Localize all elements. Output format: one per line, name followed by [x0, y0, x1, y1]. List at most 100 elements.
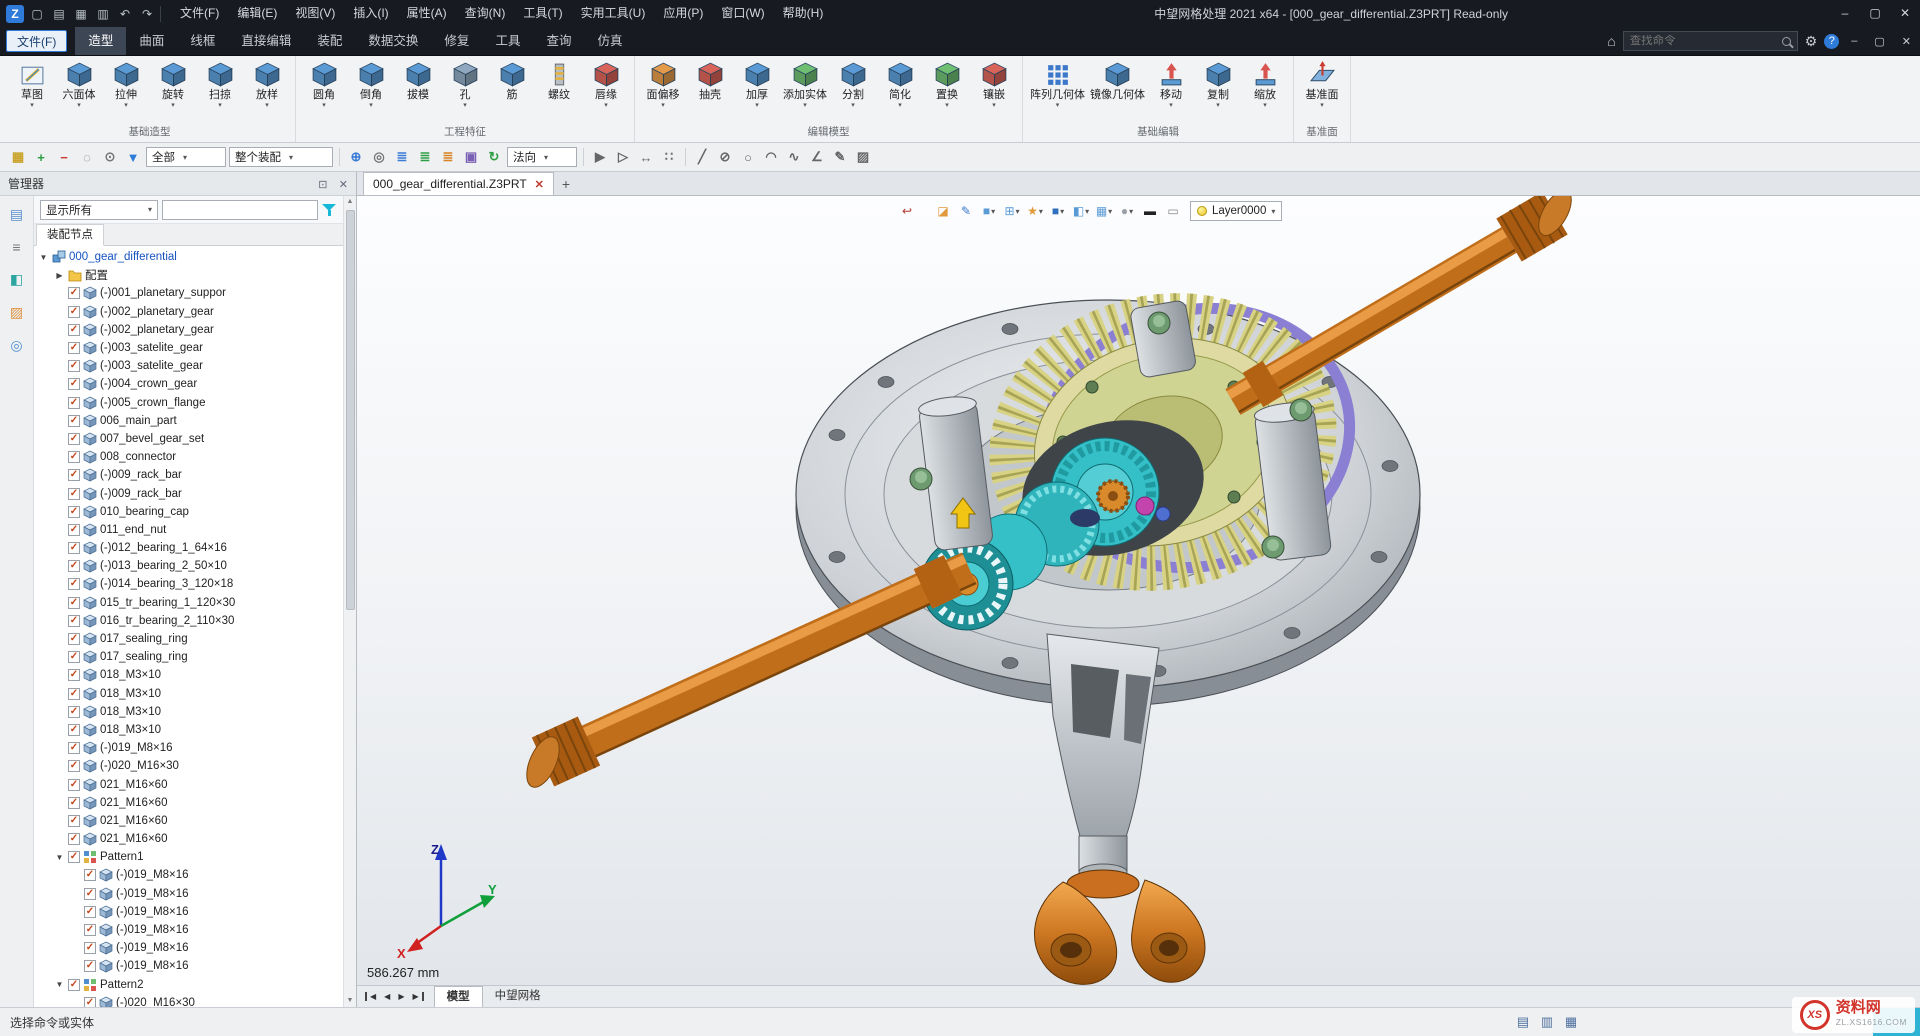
visibility-checkbox[interactable]: ✓: [68, 433, 80, 445]
print-icon[interactable]: ▥: [94, 5, 112, 23]
visibility-checkbox[interactable]: ✓: [68, 688, 80, 700]
tool-draft-button[interactable]: 拔模: [395, 59, 441, 122]
lasso-pick-icon[interactable]: ◌: [77, 147, 97, 167]
tree-item-34[interactable]: ✓(-)019_M8×16: [34, 866, 343, 884]
find-panel-icon[interactable]: ◎: [10, 337, 22, 354]
tree-item-2[interactable]: ✓(-)001_planetary_suppor: [34, 284, 343, 302]
collapse-icon[interactable]: ▼: [54, 853, 65, 862]
menu-item-1[interactable]: 编辑(E): [228, 0, 286, 27]
next-tab-icon[interactable]: ▶: [395, 992, 407, 1001]
ribbon-tab-0[interactable]: 造型: [75, 27, 126, 55]
visibility-checkbox[interactable]: ✓: [68, 669, 80, 681]
show-hide-icon[interactable]: ■▾: [1048, 201, 1068, 221]
animate-icon[interactable]: ▷: [613, 147, 633, 167]
undo-icon[interactable]: ↶: [116, 5, 134, 23]
tree-item-10[interactable]: ✓007_bevel_gear_set: [34, 430, 343, 448]
panel-close-icon[interactable]: ✕: [339, 179, 348, 191]
new-tab-button[interactable]: +: [562, 176, 570, 192]
visibility-checkbox[interactable]: ✓: [68, 415, 80, 427]
tool-simplify-button[interactable]: 简化▾: [877, 59, 923, 122]
visibility-checkbox[interactable]: ✓: [68, 833, 80, 845]
doc-minimize-button[interactable]: –: [1846, 35, 1862, 47]
tool-box-button[interactable]: 六面体▾: [56, 59, 102, 122]
tree-item-23[interactable]: ✓018_M3×10: [34, 666, 343, 684]
tree-item-29[interactable]: ✓021_M16×60: [34, 775, 343, 793]
exit-target-icon[interactable]: ↩: [897, 201, 917, 221]
file-menu-button[interactable]: 文件(F): [6, 30, 67, 52]
background-dark-icon[interactable]: ▬: [1140, 201, 1160, 221]
filter-funnel-icon[interactable]: [322, 202, 337, 217]
save-file-icon[interactable]: ▦: [72, 5, 90, 23]
first-tab-icon[interactable]: ◀: [365, 992, 379, 1001]
tool-datum-plane-button[interactable]: 基准面▾: [1299, 59, 1345, 122]
tool-revolve-button[interactable]: 旋转▾: [150, 59, 196, 122]
visibility-checkbox[interactable]: ✓: [68, 342, 80, 354]
tree-item-11[interactable]: ✓008_connector: [34, 448, 343, 466]
visibility-checkbox[interactable]: ✓: [68, 651, 80, 663]
arc-icon[interactable]: ◠: [761, 147, 781, 167]
tree-item-30[interactable]: ✓021_M16×60: [34, 794, 343, 812]
tree-item-0[interactable]: ▼000_gear_differential: [34, 248, 343, 266]
model-left-axle-shaft[interactable]: [520, 559, 976, 792]
menu-item-2[interactable]: 视图(V): [286, 0, 344, 27]
tree-item-14[interactable]: ✓010_bearing_cap: [34, 503, 343, 521]
tree-item-40[interactable]: ▼✓Pattern2: [34, 976, 343, 994]
add-pick-icon[interactable]: +: [31, 147, 51, 167]
collapse-icon[interactable]: ▼: [54, 980, 65, 989]
tangent-circle-icon[interactable]: ⊘: [715, 147, 735, 167]
world-axis-icon[interactable]: ⊕: [346, 147, 366, 167]
open-file-icon[interactable]: ▤: [50, 5, 68, 23]
tree-item-9[interactable]: ✓006_main_part: [34, 412, 343, 430]
pick-filter-icon[interactable]: ▦: [8, 147, 28, 167]
hatch-icon[interactable]: ▨: [853, 147, 873, 167]
tree-item-39[interactable]: ✓(-)019_M8×16: [34, 957, 343, 975]
tree-scrollbar[interactable]: ▲ ▼: [343, 196, 356, 1007]
tool-mirror-geometry-button[interactable]: 镜像几何体: [1088, 59, 1147, 122]
window-layout-icon[interactable]: ▤: [1511, 1014, 1535, 1030]
visibility-checkbox[interactable]: ✓: [84, 924, 96, 936]
tree-item-25[interactable]: ✓018_M3×10: [34, 703, 343, 721]
tool-pattern-geometry-button[interactable]: 阵列几何体▾: [1028, 59, 1087, 122]
close-button[interactable]: ✕: [1890, 0, 1920, 27]
tree-item-20[interactable]: ✓016_tr_bearing_2_110×30: [34, 612, 343, 630]
doc-restore-button[interactable]: ▢: [1869, 35, 1889, 48]
model-yoke[interactable]: [1034, 870, 1205, 984]
tool-face-offset-button[interactable]: 面偏移▾: [640, 59, 686, 122]
render-style-icon[interactable]: ★▾: [1025, 201, 1045, 221]
tree-item-13[interactable]: ✓(-)009_rack_bar: [34, 484, 343, 502]
tree-item-18[interactable]: ✓(-)014_bearing_3_120×18: [34, 575, 343, 593]
ribbon-tab-7[interactable]: 工具: [482, 27, 533, 55]
tree-item-19[interactable]: ✓015_tr_bearing_1_120×30: [34, 594, 343, 612]
layer-list-orange-icon[interactable]: ≣: [438, 147, 458, 167]
filter-select[interactable]: 全部▾: [146, 147, 226, 167]
ribbon-tab-5[interactable]: 数据交换: [355, 27, 431, 55]
tree-item-16[interactable]: ✓(-)012_bearing_1_64×16: [34, 539, 343, 557]
tool-scale-button[interactable]: 缩放▾: [1242, 59, 1288, 122]
tree-item-17[interactable]: ✓(-)013_bearing_2_50×10: [34, 557, 343, 575]
visibility-checkbox[interactable]: ✓: [68, 706, 80, 718]
ribbon-tab-3[interactable]: 直接编辑: [228, 27, 304, 55]
tree-item-4[interactable]: ✓(-)002_planetary_gear: [34, 321, 343, 339]
visibility-checkbox[interactable]: ✓: [68, 506, 80, 518]
grid-display-icon[interactable]: ▦▾: [1094, 201, 1114, 221]
minimize-button[interactable]: –: [1830, 0, 1860, 27]
tree-item-33[interactable]: ▼✓Pattern1: [34, 848, 343, 866]
scroll-up-icon[interactable]: ▲: [347, 196, 354, 208]
normal-select[interactable]: 法向▾: [507, 147, 577, 167]
tree-item-5[interactable]: ✓(-)003_satelite_gear: [34, 339, 343, 357]
menu-item-9[interactable]: 窗口(W): [712, 0, 773, 27]
tree-item-32[interactable]: ✓021_M16×60: [34, 830, 343, 848]
remove-pick-icon[interactable]: −: [54, 147, 74, 167]
tool-rib-button[interactable]: 筋: [489, 59, 535, 122]
tool-move-button[interactable]: 移动▾: [1148, 59, 1194, 122]
document-tab[interactable]: 000_gear_differential.Z3PRT ✕: [363, 172, 554, 195]
visibility-checkbox[interactable]: ✓: [68, 397, 80, 409]
visibility-checkbox[interactable]: ✓: [68, 524, 80, 536]
standard-view-icon[interactable]: ⊞▾: [1002, 201, 1022, 221]
snap-icon[interactable]: ◎: [369, 147, 389, 167]
tree-item-6[interactable]: ✓(-)003_satelite_gear: [34, 357, 343, 375]
visibility-checkbox[interactable]: ✓: [68, 578, 80, 590]
pin-icon[interactable]: ⊡: [318, 179, 327, 191]
visibility-checkbox[interactable]: ✓: [68, 542, 80, 554]
settings-gear-icon[interactable]: ⚙: [1805, 33, 1818, 50]
